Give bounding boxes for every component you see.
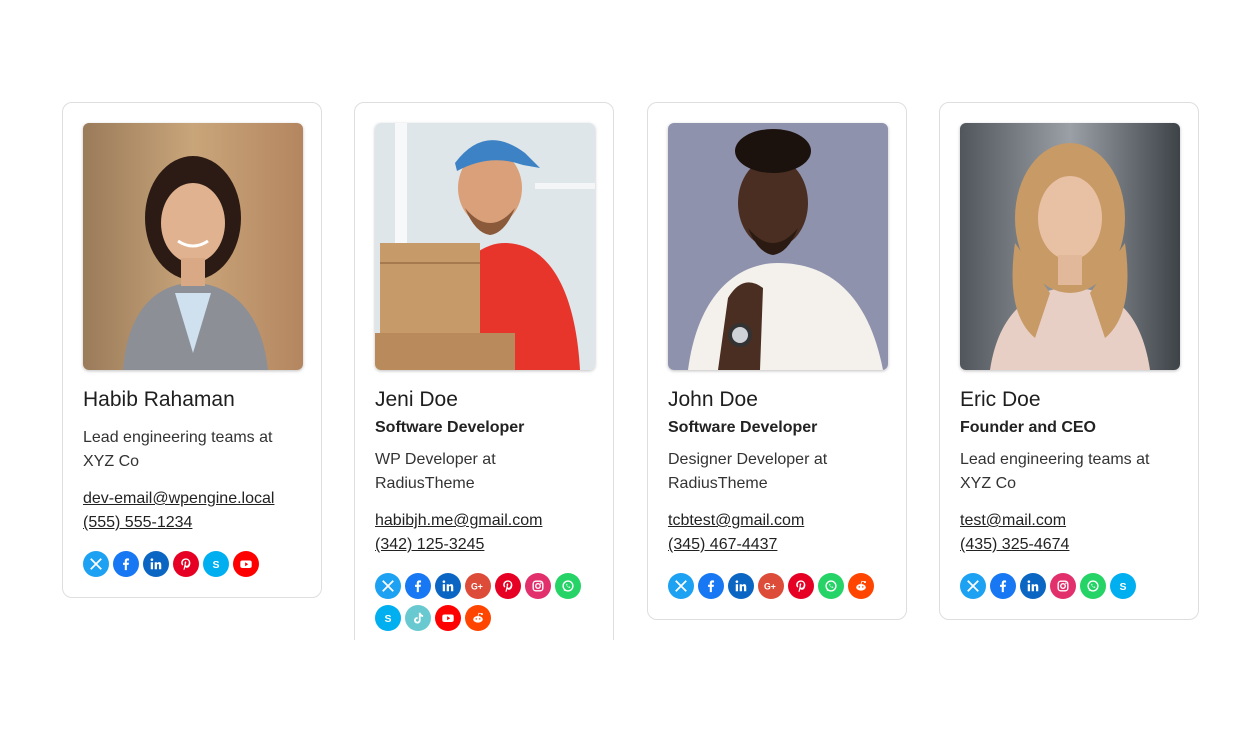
- member-phone-link[interactable]: (435) 325-4674: [960, 533, 1178, 557]
- linkedin-icon[interactable]: [435, 573, 461, 599]
- linkedin-icon[interactable]: [1020, 573, 1046, 599]
- member-photo[interactable]: [668, 123, 888, 370]
- team-member-card: Eric Doe Founder and CEO Lead engineerin…: [939, 102, 1199, 620]
- member-phone-link[interactable]: (342) 125-3245: [375, 533, 593, 557]
- social-links: S: [83, 551, 298, 577]
- whatsapp-icon[interactable]: [1080, 573, 1106, 599]
- youtube-icon[interactable]: [233, 551, 259, 577]
- linkedin-icon[interactable]: [728, 573, 754, 599]
- facebook-icon[interactable]: [113, 551, 139, 577]
- member-photo-image: [375, 123, 595, 370]
- pinterest-icon[interactable]: [495, 573, 521, 599]
- member-name: Jeni Doe: [375, 388, 458, 411]
- member-name: John Doe: [668, 388, 758, 411]
- member-email-link[interactable]: habibjh.me@gmail.com: [375, 509, 593, 533]
- team-member-card: Jeni Doe Software Developer WP Developer…: [354, 102, 614, 640]
- skype-icon[interactable]: S: [375, 605, 401, 631]
- linkedin-icon[interactable]: [143, 551, 169, 577]
- svg-text:S: S: [1120, 581, 1127, 593]
- reddit-icon[interactable]: [465, 605, 491, 631]
- member-bio: Designer Developer at RadiusTheme: [668, 451, 828, 492]
- member-role: Software Developer: [375, 419, 525, 436]
- svg-text:G+: G+: [764, 582, 776, 592]
- member-role: Software Developer: [668, 419, 818, 436]
- google-plus-icon[interactable]: G+: [758, 573, 784, 599]
- member-bio: Lead engineering teams at XYZ Co: [960, 451, 1150, 492]
- skype-icon[interactable]: S: [203, 551, 229, 577]
- pinterest-icon[interactable]: [788, 573, 814, 599]
- instagram-icon[interactable]: [1050, 573, 1076, 599]
- social-links: S: [960, 573, 1175, 599]
- facebook-icon[interactable]: [990, 573, 1016, 599]
- skype-icon[interactable]: S: [1110, 573, 1136, 599]
- x-icon[interactable]: [375, 573, 401, 599]
- svg-text:S: S: [213, 559, 220, 571]
- member-name: Habib Rahaman: [83, 388, 235, 411]
- team-member-card: John Doe Software Developer Designer Dev…: [647, 102, 907, 620]
- member-photo[interactable]: [960, 123, 1180, 370]
- member-photo-image: [960, 123, 1180, 370]
- member-bio: Lead engineering teams at XYZ Co: [83, 429, 273, 470]
- whatsapp-icon[interactable]: [555, 573, 581, 599]
- team-member-card: Habib Rahaman Lead engineering teams at …: [62, 102, 322, 598]
- member-bio: WP Developer at RadiusTheme: [375, 451, 496, 492]
- member-email-link[interactable]: dev-email@wpengine.local: [83, 487, 301, 511]
- x-icon[interactable]: [668, 573, 694, 599]
- member-email-link[interactable]: tcbtest@gmail.com: [668, 509, 886, 533]
- x-icon[interactable]: [960, 573, 986, 599]
- instagram-icon[interactable]: [525, 573, 551, 599]
- svg-text:G+: G+: [471, 582, 483, 592]
- team-grid: Habib Rahaman Lead engineering teams at …: [0, 0, 1260, 640]
- facebook-icon[interactable]: [405, 573, 431, 599]
- facebook-icon[interactable]: [698, 573, 724, 599]
- social-links: G+: [668, 573, 883, 599]
- tiktok-icon[interactable]: [405, 605, 431, 631]
- member-email-link[interactable]: test@mail.com: [960, 509, 1178, 533]
- member-name: Eric Doe: [960, 388, 1041, 411]
- youtube-icon[interactable]: [435, 605, 461, 631]
- member-photo-image: [668, 123, 888, 370]
- member-photo[interactable]: [375, 123, 595, 370]
- member-photo-image: [83, 123, 303, 370]
- x-icon[interactable]: [83, 551, 109, 577]
- member-phone-link[interactable]: (555) 555-1234: [83, 511, 301, 535]
- reddit-icon[interactable]: [848, 573, 874, 599]
- member-phone-link[interactable]: (345) 467-4437: [668, 533, 886, 557]
- google-plus-icon[interactable]: G+: [465, 573, 491, 599]
- member-photo[interactable]: [83, 123, 303, 370]
- whatsapp-icon[interactable]: [818, 573, 844, 599]
- member-role: Founder and CEO: [960, 419, 1096, 436]
- svg-text:S: S: [385, 613, 392, 625]
- pinterest-icon[interactable]: [173, 551, 199, 577]
- social-links: G+ S: [375, 573, 590, 631]
